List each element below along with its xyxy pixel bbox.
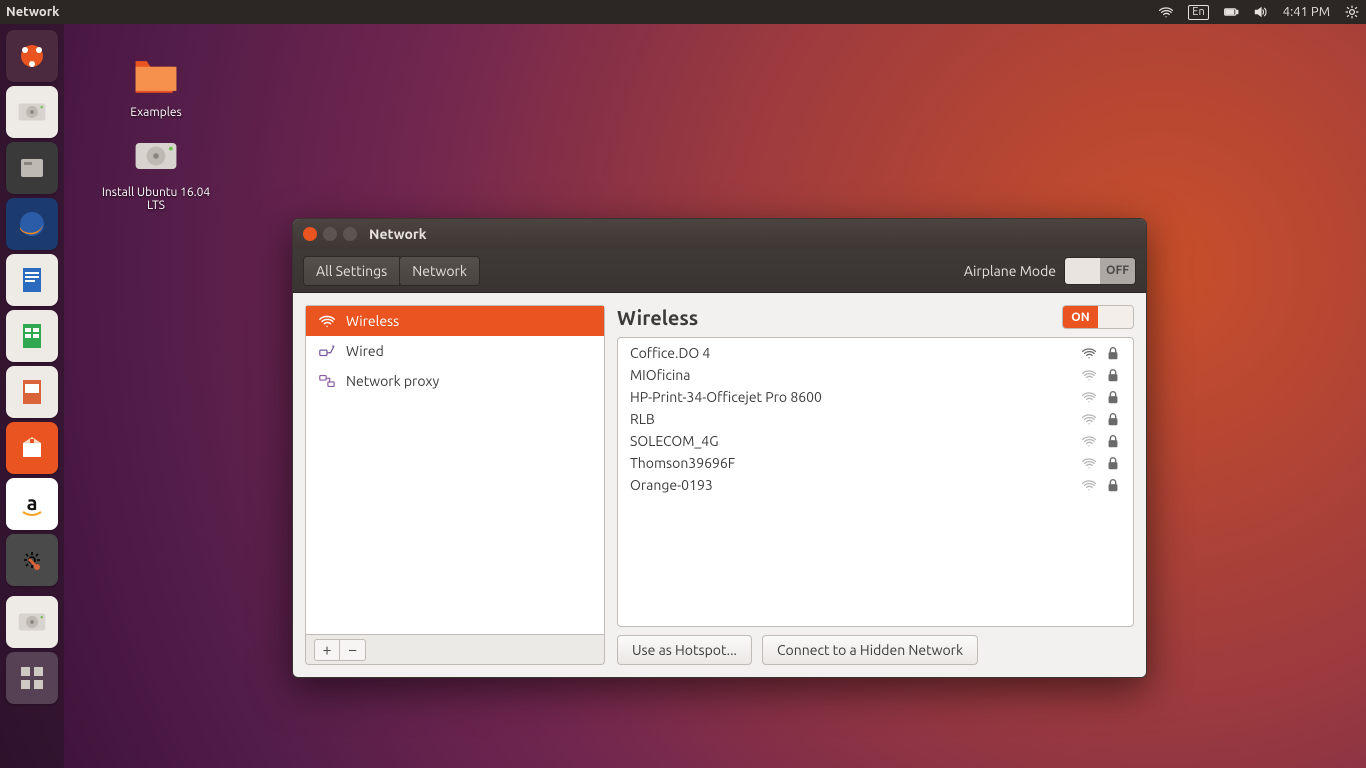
hotspot-button[interactable]: Use as Hotspot... [617, 635, 752, 665]
detail-header: Wireless ON [617, 305, 1134, 329]
network-settings-window: Network All Settings Network Airplane Mo… [292, 218, 1147, 678]
unity-launcher: a [0, 24, 64, 768]
network-name: Thomson39696F [630, 455, 1073, 471]
window-toolbar: All Settings Network Airplane Mode OFF [293, 249, 1146, 293]
wireless-switch[interactable]: ON [1062, 305, 1134, 329]
hidden-network-button[interactable]: Connect to a Hidden Network [762, 635, 978, 665]
signal-icon [1081, 455, 1097, 471]
airplane-mode-state: OFF [1100, 258, 1135, 284]
network-row[interactable]: RLB [618, 408, 1133, 430]
category-footer: + − [305, 635, 605, 665]
lang-indicator[interactable]: En [1188, 5, 1208, 20]
network-name: Coffice.DO 4 [630, 345, 1073, 361]
lock-icon [1105, 455, 1121, 471]
launcher-firefox-icon[interactable] [6, 198, 58, 250]
network-name: Orange-0193 [630, 477, 1073, 493]
signal-icon [1081, 389, 1097, 405]
lock-icon [1105, 389, 1121, 405]
signal-icon [1081, 367, 1097, 383]
network-name: SOLECOM_4G [630, 433, 1073, 449]
category-proxy[interactable]: Network proxy [306, 366, 604, 396]
detail-footer: Use as Hotspot... Connect to a Hidden Ne… [617, 635, 1134, 665]
add-connection-button[interactable]: + [314, 639, 340, 661]
launcher-software-icon[interactable] [6, 422, 58, 474]
airplane-mode-switch[interactable]: OFF [1064, 257, 1136, 285]
wired-icon [318, 342, 336, 360]
network-row[interactable]: HP-Print-34-Officejet Pro 8600 [618, 386, 1133, 408]
category-label: Wireless [346, 313, 399, 329]
detail-panel: Wireless ON Coffice.DO 4 MIOficina HP-Prin… [617, 305, 1134, 665]
category-label: Wired [346, 343, 384, 359]
launcher-workspace-icon[interactable] [6, 652, 58, 704]
clock[interactable]: 4:41 PM [1283, 5, 1330, 19]
lock-icon [1105, 411, 1121, 427]
signal-icon [1081, 411, 1097, 427]
launcher-settings-icon[interactable] [6, 534, 58, 586]
battery-indicator[interactable] [1223, 4, 1239, 20]
breadcrumb-network[interactable]: Network [399, 256, 480, 286]
signal-icon [1081, 345, 1097, 361]
svg-text:a: a [27, 491, 38, 514]
dash-icon[interactable] [6, 30, 58, 82]
category-wireless[interactable]: Wireless [306, 306, 604, 336]
launcher-disks-icon[interactable] [6, 86, 58, 138]
network-name: RLB [630, 411, 1073, 427]
network-row[interactable]: Thomson39696F [618, 452, 1133, 474]
window-title: Network [369, 226, 427, 242]
desktop-icon-examples[interactable]: Examples [96, 50, 216, 119]
lock-icon [1105, 477, 1121, 493]
window-maximize-button[interactable] [343, 227, 357, 241]
launcher-install-icon[interactable] [6, 596, 58, 648]
lock-icon [1105, 345, 1121, 361]
network-name: MIOficina [630, 367, 1073, 383]
session-indicator[interactable] [1344, 4, 1360, 20]
network-indicator[interactable] [1158, 4, 1174, 20]
category-wired[interactable]: Wired [306, 336, 604, 366]
network-row[interactable]: Coffice.DO 4 [618, 342, 1133, 364]
wireless-switch-state: ON [1063, 306, 1098, 328]
wifi-icon [318, 312, 336, 330]
topbar-app-title: Network [6, 5, 59, 19]
airplane-mode-label: Airplane Mode [964, 263, 1056, 279]
detail-heading: Wireless [617, 306, 1062, 329]
category-panel: Wireless Wired Network proxy + − [305, 305, 605, 665]
desktop-icon-label: Install Ubuntu 16.04 LTS [102, 186, 210, 212]
launcher-writer-icon[interactable] [6, 254, 58, 306]
proxy-icon [318, 372, 336, 390]
network-list: Coffice.DO 4 MIOficina HP-Print-34-Officej… [617, 337, 1134, 627]
network-row[interactable]: SOLECOM_4G [618, 430, 1133, 452]
remove-connection-button[interactable]: − [340, 639, 366, 661]
breadcrumb-all-settings[interactable]: All Settings [303, 256, 400, 286]
launcher-files-icon[interactable] [6, 142, 58, 194]
launcher-impress-icon[interactable] [6, 366, 58, 418]
network-row[interactable]: Orange-0193 [618, 474, 1133, 496]
window-titlebar[interactable]: Network [293, 219, 1146, 249]
lock-icon [1105, 367, 1121, 383]
top-menu-bar: Network En 4:41 PM [0, 0, 1366, 24]
lock-icon [1105, 433, 1121, 449]
network-name: HP-Print-34-Officejet Pro 8600 [630, 389, 1073, 405]
sound-indicator[interactable] [1253, 4, 1269, 20]
category-label: Network proxy [346, 373, 439, 389]
window-close-button[interactable] [303, 227, 317, 241]
window-minimize-button[interactable] [323, 227, 337, 241]
desktop-icon-install[interactable]: Install Ubuntu 16.04 LTS [96, 130, 216, 212]
launcher-amazon-icon[interactable]: a [6, 478, 58, 530]
network-row[interactable]: MIOficina [618, 364, 1133, 386]
launcher-calc-icon[interactable] [6, 310, 58, 362]
signal-icon [1081, 433, 1097, 449]
desktop-icon-label: Examples [130, 106, 181, 119]
category-list: Wireless Wired Network proxy [305, 305, 605, 635]
signal-icon [1081, 477, 1097, 493]
